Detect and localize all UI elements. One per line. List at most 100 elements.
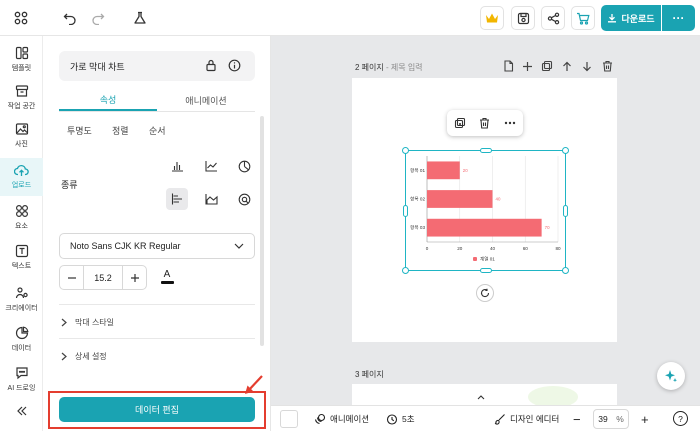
redo-icon[interactable] bbox=[89, 9, 107, 27]
font-family-select[interactable]: Noto Sans CJK KR Regular bbox=[59, 233, 255, 259]
zoom-unit: % bbox=[616, 414, 624, 424]
font-size-decrease-button[interactable] bbox=[59, 265, 84, 290]
chevron-right-icon bbox=[61, 318, 67, 327]
nav-item-upload[interactable]: 업로드 bbox=[0, 158, 43, 196]
expand-pages-tab[interactable] bbox=[466, 391, 496, 403]
add-page-icon[interactable] bbox=[501, 59, 515, 73]
zoom-in-button[interactable]: + bbox=[641, 411, 649, 427]
collapse-sidebar-icon[interactable] bbox=[15, 404, 29, 418]
workspace-icon bbox=[15, 84, 28, 97]
lock-icon[interactable] bbox=[205, 59, 219, 73]
duration-button[interactable]: 5초 bbox=[386, 411, 415, 427]
section-label: 상세 설정 bbox=[75, 352, 107, 361]
section-detail-settings[interactable]: 상세 설정 bbox=[61, 351, 107, 362]
cart-icon[interactable] bbox=[571, 6, 595, 30]
subtab-order[interactable]: 순서 bbox=[149, 124, 166, 137]
design-editor-button[interactable]: 디자인 에디터 bbox=[494, 411, 559, 427]
elements-icon bbox=[15, 204, 28, 217]
nav-label: 템플릿 bbox=[11, 64, 32, 72]
chart-type-line[interactable] bbox=[200, 155, 222, 177]
nav-item-data[interactable]: 데이터 bbox=[0, 320, 43, 358]
save-icon[interactable] bbox=[511, 6, 535, 30]
photo-icon bbox=[15, 122, 28, 135]
ai-assistant-button[interactable] bbox=[657, 362, 685, 390]
nav-item-creator[interactable]: 크리에이터 bbox=[0, 280, 43, 318]
subtab-opacity[interactable]: 투명도 bbox=[67, 124, 92, 137]
apps-grid-icon[interactable] bbox=[12, 9, 30, 27]
resize-handle-bottom-left[interactable] bbox=[402, 267, 409, 274]
help-button[interactable]: ? bbox=[673, 411, 688, 426]
chart-type-area[interactable] bbox=[200, 188, 222, 210]
section-bar-style[interactable]: 막대 스타일 bbox=[61, 317, 114, 328]
horizontal-bar-chart-icon bbox=[171, 193, 182, 205]
font-size-input[interactable]: 15.2 bbox=[84, 265, 122, 290]
chart-type-pie[interactable] bbox=[233, 155, 255, 177]
nav-item-text[interactable]: 텍스트 bbox=[0, 238, 43, 276]
duration-value: 5초 bbox=[402, 414, 415, 424]
zoom-out-button[interactable]: − bbox=[573, 411, 581, 427]
zoom-in-glyph: + bbox=[641, 411, 649, 427]
resize-handle-top-left[interactable] bbox=[402, 147, 409, 154]
tab-animation[interactable]: 애니메이션 bbox=[157, 89, 255, 111]
font-size-increase-button[interactable] bbox=[122, 265, 147, 290]
subtab-align[interactable]: 정렬 bbox=[112, 124, 129, 137]
plus-page-icon[interactable] bbox=[520, 59, 534, 73]
tab-label: 애니메이션 bbox=[185, 95, 227, 106]
share-icon[interactable] bbox=[541, 6, 565, 30]
chart-type-horizontal-bar[interactable] bbox=[166, 188, 188, 210]
tab-properties[interactable]: 속성 bbox=[59, 89, 157, 111]
rotate-handle[interactable] bbox=[476, 284, 494, 302]
panel-scrollbar[interactable] bbox=[260, 116, 264, 346]
move-down-icon[interactable] bbox=[580, 59, 594, 73]
more-options-button[interactable]: ··· bbox=[662, 5, 695, 31]
nav-label: 작업 공간 bbox=[7, 102, 36, 110]
premium-crown-icon[interactable] bbox=[480, 6, 504, 30]
duplicate-element-icon[interactable] bbox=[454, 117, 466, 129]
undo-icon[interactable] bbox=[61, 9, 79, 27]
nav-item-ai-drawing[interactable]: AI 드로잉 bbox=[0, 360, 43, 398]
download-icon bbox=[608, 14, 617, 23]
divider bbox=[59, 338, 255, 339]
resize-handle-bottom-right[interactable] bbox=[562, 267, 569, 274]
resize-handle-left[interactable] bbox=[403, 205, 408, 217]
text-color-swatch bbox=[160, 281, 174, 284]
page-title-placeholder[interactable]: - 제목 입력 bbox=[384, 63, 423, 72]
nav-label: 요소 bbox=[15, 222, 28, 230]
line-chart-icon bbox=[204, 161, 217, 172]
duplicate-page-icon[interactable] bbox=[540, 59, 554, 73]
delete-element-icon[interactable] bbox=[479, 117, 490, 129]
arrow-annotation-icon bbox=[243, 374, 265, 396]
animation-button[interactable]: 애니메이션 bbox=[314, 411, 369, 427]
info-icon[interactable] bbox=[228, 59, 242, 73]
page-3-label: 3 페이지 bbox=[355, 369, 384, 380]
minus-icon bbox=[67, 276, 76, 279]
font-size-value: 15.2 bbox=[94, 272, 112, 283]
nav-item-elements[interactable]: 요소 bbox=[0, 198, 43, 236]
delete-page-icon[interactable] bbox=[600, 59, 614, 73]
data-icon bbox=[15, 326, 28, 339]
zoom-out-glyph: − bbox=[573, 411, 581, 427]
nav-item-template[interactable]: 템플릿 bbox=[0, 40, 43, 78]
resize-handle-top-right[interactable] bbox=[562, 147, 569, 154]
flask-icon[interactable] bbox=[131, 9, 149, 27]
move-up-icon[interactable] bbox=[560, 59, 574, 73]
page-number: 3 페이지 bbox=[355, 370, 384, 379]
text-color-glyph: A bbox=[163, 269, 171, 280]
creator-icon bbox=[15, 286, 28, 298]
resize-handle-right[interactable] bbox=[563, 205, 568, 217]
area-chart-icon bbox=[204, 194, 218, 205]
resize-handle-top[interactable] bbox=[480, 148, 492, 153]
text-color-button[interactable]: A bbox=[160, 269, 174, 289]
page-background-swatch[interactable] bbox=[280, 410, 298, 428]
zoom-input[interactable]: 39 % bbox=[593, 409, 629, 429]
more-element-options-icon[interactable] bbox=[504, 121, 516, 125]
download-button[interactable]: 다운로드 bbox=[601, 5, 661, 31]
chart-type-donut[interactable] bbox=[233, 188, 255, 210]
more-icon: ··· bbox=[672, 11, 685, 25]
zoom-value: 39 bbox=[598, 414, 608, 424]
nav-item-workspace[interactable]: 작업 공간 bbox=[0, 78, 43, 116]
nav-item-photo[interactable]: 사진 bbox=[0, 116, 43, 154]
chart-type-vertical-bar[interactable] bbox=[166, 155, 188, 177]
vertical-bar-chart-icon bbox=[171, 162, 183, 172]
resize-handle-bottom[interactable] bbox=[480, 268, 492, 273]
